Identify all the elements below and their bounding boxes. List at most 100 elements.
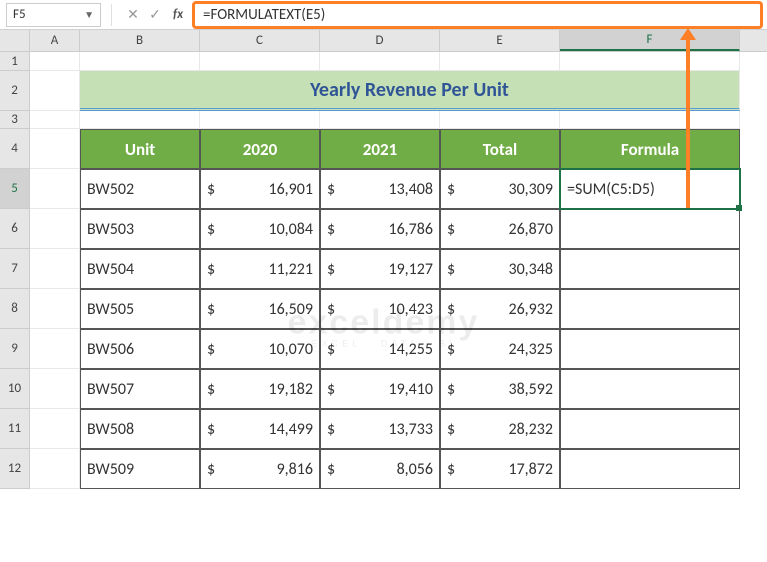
row-header-8[interactable]: 8 (0, 289, 30, 329)
cell-y2021[interactable]: $8,056 (320, 449, 440, 489)
cell-unit[interactable]: BW502 (80, 169, 200, 209)
value: 30,309 (508, 180, 553, 199)
cell-D3[interactable] (320, 111, 440, 129)
header-unit[interactable]: Unit (80, 129, 200, 169)
cell-A9[interactable] (30, 329, 80, 369)
cell-A2[interactable] (30, 71, 80, 111)
cell-y2020[interactable]: $10,070 (200, 329, 320, 369)
select-all-corner[interactable] (0, 30, 30, 51)
cell-B3[interactable] (80, 111, 200, 129)
cell-D1[interactable] (320, 52, 440, 71)
col-header-C[interactable]: C (200, 30, 320, 51)
cell-formula[interactable] (560, 289, 740, 329)
cell-C1[interactable] (200, 52, 320, 71)
cell-formula[interactable] (560, 209, 740, 249)
cell-total[interactable]: $17,872 (440, 449, 560, 489)
cell-total[interactable]: $30,309 (440, 169, 560, 209)
cell-unit[interactable]: BW508 (80, 409, 200, 449)
row-header-1[interactable]: 1 (0, 52, 30, 71)
cell-y2020[interactable]: $14,499 (200, 409, 320, 449)
value: 30,348 (508, 260, 553, 279)
cell-y2020[interactable]: $9,816 (200, 449, 320, 489)
cell-y2021[interactable]: $13,733 (320, 409, 440, 449)
cell-y2021[interactable]: $13,408 (320, 169, 440, 209)
row-header-12[interactable]: 12 (0, 449, 30, 489)
cell-formula[interactable] (560, 249, 740, 289)
cell-A12[interactable] (30, 449, 80, 489)
row-header-4[interactable]: 4 (0, 129, 30, 169)
cell-formula[interactable] (560, 449, 740, 489)
cell-A7[interactable] (30, 249, 80, 289)
row-header-3[interactable]: 3 (0, 111, 30, 129)
cell-total[interactable]: $30,348 (440, 249, 560, 289)
cell-unit[interactable]: BW507 (80, 369, 200, 409)
cell-total[interactable]: $24,325 (440, 329, 560, 369)
cell-total[interactable]: $26,932 (440, 289, 560, 329)
cell-formula[interactable] (560, 369, 740, 409)
cell-unit[interactable]: BW504 (80, 249, 200, 289)
header-2021[interactable]: 2021 (320, 129, 440, 169)
insert-function-icon[interactable]: fx (166, 7, 190, 22)
cell-total[interactable]: $38,592 (440, 369, 560, 409)
name-box[interactable]: F5 ▼ (6, 3, 101, 27)
row-header-9[interactable]: 9 (0, 329, 30, 369)
cell-A1[interactable] (30, 52, 80, 71)
cell-A4[interactable] (30, 129, 80, 169)
cell-y2021[interactable]: $10,423 (320, 289, 440, 329)
col-header-B[interactable]: B (80, 30, 200, 51)
row-header-11[interactable]: 11 (0, 409, 30, 449)
cell-E3[interactable] (440, 111, 560, 129)
row-12: 12BW509$9,816$8,056$17,872 (0, 449, 767, 489)
row-header-6[interactable]: 6 (0, 209, 30, 249)
cell-A5[interactable] (30, 169, 80, 209)
cell-C3[interactable] (200, 111, 320, 129)
cell-y2020[interactable]: $19,182 (200, 369, 320, 409)
cell-A3[interactable] (30, 111, 80, 129)
cell-F3[interactable] (560, 111, 740, 129)
cell-A8[interactable] (30, 289, 80, 329)
cell-formula[interactable] (560, 409, 740, 449)
col-header-F[interactable]: F (560, 30, 740, 51)
cell-A10[interactable] (30, 369, 80, 409)
cell-formula[interactable]: =SUM(C5:D5) (560, 169, 740, 209)
cell-total[interactable]: $26,870 (440, 209, 560, 249)
col-header-D[interactable]: D (320, 30, 440, 51)
cell-y2021[interactable]: $19,127 (320, 249, 440, 289)
cell-F1[interactable] (560, 52, 740, 71)
cell-y2020[interactable]: $16,901 (200, 169, 320, 209)
row-header-2[interactable]: 2 (0, 71, 30, 111)
title-cell[interactable]: Yearly Revenue Per Unit (80, 71, 740, 111)
cell-y2020[interactable]: $10,084 (200, 209, 320, 249)
cell-y2020[interactable]: $16,509 (200, 289, 320, 329)
row-6: 6 BW503$10,084$16,786$26,870 (0, 209, 767, 249)
dollar-sign: $ (207, 460, 215, 479)
cell-B1[interactable] (80, 52, 200, 71)
name-box-dropdown-icon[interactable]: ▼ (84, 8, 94, 21)
col-header-E[interactable]: E (440, 30, 560, 51)
cell-E1[interactable] (440, 52, 560, 71)
cell-unit[interactable]: BW503 (80, 209, 200, 249)
cell-y2021[interactable]: $16,786 (320, 209, 440, 249)
header-2020[interactable]: 2020 (200, 129, 320, 169)
cell-y2021[interactable]: $14,255 (320, 329, 440, 369)
header-formula[interactable]: Formula (560, 129, 740, 169)
row-header-7[interactable]: 7 (0, 249, 30, 289)
cell-A6[interactable] (30, 209, 80, 249)
value: 16,509 (268, 300, 313, 319)
row-header-5[interactable]: 5 (0, 169, 30, 209)
row-header-10[interactable]: 10 (0, 369, 30, 409)
cell-unit[interactable]: BW509 (80, 449, 200, 489)
cell-y2021[interactable]: $19,410 (320, 369, 440, 409)
cell-formula[interactable] (560, 329, 740, 369)
cell-y2020[interactable]: $11,221 (200, 249, 320, 289)
value: 9,816 (277, 460, 313, 479)
cell-unit[interactable]: BW505 (80, 289, 200, 329)
cell-A11[interactable] (30, 409, 80, 449)
formula-input[interactable]: =FORMULATEXT(E5) (192, 1, 763, 29)
cancel-icon[interactable]: ✕ (122, 6, 144, 23)
cell-total[interactable]: $28,232 (440, 409, 560, 449)
header-total[interactable]: Total (440, 129, 560, 169)
confirm-icon[interactable]: ✓ (144, 6, 166, 23)
col-header-A[interactable]: A (30, 30, 80, 51)
cell-unit[interactable]: BW506 (80, 329, 200, 369)
